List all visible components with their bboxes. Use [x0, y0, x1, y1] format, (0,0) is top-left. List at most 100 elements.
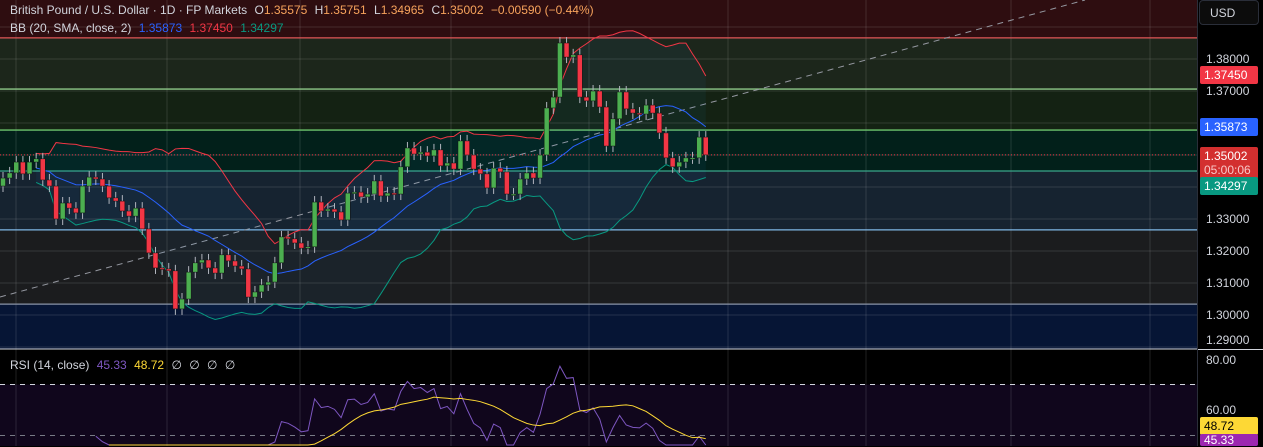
- candle-body: [305, 246, 311, 249]
- pane-separator[interactable]: [1198, 349, 1263, 350]
- rsi-legend[interactable]: RSI (14, close) 45.33 48.72 ∅ ∅ ∅ ∅: [10, 358, 239, 372]
- candle-body: [331, 208, 338, 213]
- candle-body: [543, 107, 550, 156]
- price-chart[interactable]: [0, 0, 1197, 446]
- candle-body: [643, 104, 649, 115]
- candle-body: [663, 132, 669, 159]
- candle-body: [398, 166, 404, 195]
- candle-body: [703, 136, 709, 156]
- candle-body: [358, 191, 364, 198]
- candle-body: [325, 208, 331, 212]
- candle-body: [212, 267, 218, 274]
- change-value: −0.00590 (−0.44%): [490, 3, 594, 17]
- candle-body: [66, 202, 73, 209]
- candle-body: [504, 171, 510, 195]
- candle-body: [46, 179, 53, 187]
- candle-body: [219, 254, 225, 274]
- candle-body: [603, 106, 610, 147]
- price-tick: 1.30000: [1206, 308, 1250, 322]
- bb-legend[interactable]: BB (20, SMA, close, 2) 1.35873 1.37450 1…: [10, 21, 288, 35]
- candle-body: [13, 161, 20, 174]
- candle-body: [245, 268, 252, 298]
- candle-body: [146, 228, 152, 254]
- price-tick: 1.32000: [1206, 244, 1250, 258]
- candle-body: [550, 96, 557, 109]
- candle-body: [683, 157, 689, 163]
- candle-body: [311, 201, 318, 248]
- candle-body: [590, 90, 596, 102]
- candle-body: [172, 270, 179, 310]
- bb-upper-tag: 1.37450: [1200, 66, 1258, 84]
- candle-body: [437, 149, 444, 167]
- last-price: 1.35002: [1204, 149, 1248, 163]
- candle-body: [464, 140, 470, 156]
- open-label: O1.35575: [254, 3, 308, 17]
- bb-upper-value: 1.37450: [189, 21, 233, 35]
- candle-body: [636, 112, 643, 115]
- candle-body: [616, 91, 623, 120]
- candle-body: [404, 147, 411, 168]
- candle-body: [33, 158, 39, 163]
- rsi-extra-2: ∅: [189, 358, 200, 372]
- rsi-extra-3: ∅: [207, 358, 218, 372]
- candle-body: [192, 262, 199, 273]
- bb-basis-value: 1.35873: [138, 21, 183, 35]
- candle-body: [199, 259, 205, 264]
- bb-basis-tag: 1.35873: [1200, 118, 1258, 136]
- candle-body: [73, 207, 79, 214]
- candle-body: [530, 172, 537, 179]
- symbol-legend: British Pound / U.S. Dollar · 1D · FP Ma…: [10, 3, 598, 17]
- candle-body: [26, 161, 33, 175]
- candle-body: [364, 193, 371, 198]
- candle-body: [669, 157, 676, 168]
- candle-body: [630, 108, 636, 114]
- candle-body: [510, 193, 517, 196]
- candle-body: [484, 173, 490, 189]
- candle-body: [345, 192, 351, 221]
- candle-body: [53, 185, 59, 220]
- candle-body: [623, 91, 629, 110]
- candle-body: [477, 168, 484, 175]
- candle-body: [451, 162, 457, 170]
- candle-body: [338, 211, 344, 221]
- candle-body: [93, 176, 99, 180]
- candle-body: [470, 154, 477, 170]
- candle-body: [457, 140, 464, 170]
- candle-body: [583, 96, 590, 102]
- candle-body: [417, 151, 424, 155]
- candle-body: [258, 284, 265, 293]
- candle-body: [132, 207, 139, 217]
- candle-body: [126, 210, 132, 217]
- rsi-label: RSI (14, close): [10, 358, 90, 372]
- candle-body: [524, 172, 530, 180]
- candle-body: [411, 147, 417, 155]
- candle-body: [610, 118, 616, 147]
- candle-body: [139, 207, 145, 230]
- candle-body: [384, 192, 391, 197]
- candle-body: [351, 191, 358, 194]
- candle-body: [106, 185, 112, 199]
- bb-lower-tag: 1.34297: [1200, 177, 1258, 195]
- candle-body: [79, 185, 86, 214]
- currency-button[interactable]: USD: [1199, 0, 1259, 25]
- rsi-tick: 60.00: [1206, 403, 1237, 417]
- candle-body: [278, 236, 285, 264]
- price-tick: 1.29000: [1206, 333, 1250, 347]
- candle-body: [649, 104, 656, 114]
- rsi-tag: 45.33: [1200, 434, 1258, 446]
- bar-countdown: 05:00:06: [1204, 163, 1251, 177]
- price-tick: 1.33000: [1206, 212, 1250, 226]
- candle-body: [152, 252, 159, 269]
- candle-body: [696, 136, 702, 159]
- candle-body: [656, 112, 663, 134]
- price-tick: 1.37000: [1206, 84, 1250, 98]
- rsi-tick: 80.00: [1206, 353, 1237, 367]
- candle-body: [676, 161, 683, 168]
- candle-body: [238, 265, 245, 270]
- candle-body: [159, 267, 165, 270]
- price-tick: 1.38000: [1206, 52, 1250, 66]
- rsi-band: [0, 384, 1197, 446]
- candle-body: [490, 167, 497, 189]
- price-axis[interactable]: 1.38000 1.37000 1.33000 1.32000 1.31000 …: [1197, 0, 1263, 446]
- low-label: L1.34965: [374, 3, 425, 17]
